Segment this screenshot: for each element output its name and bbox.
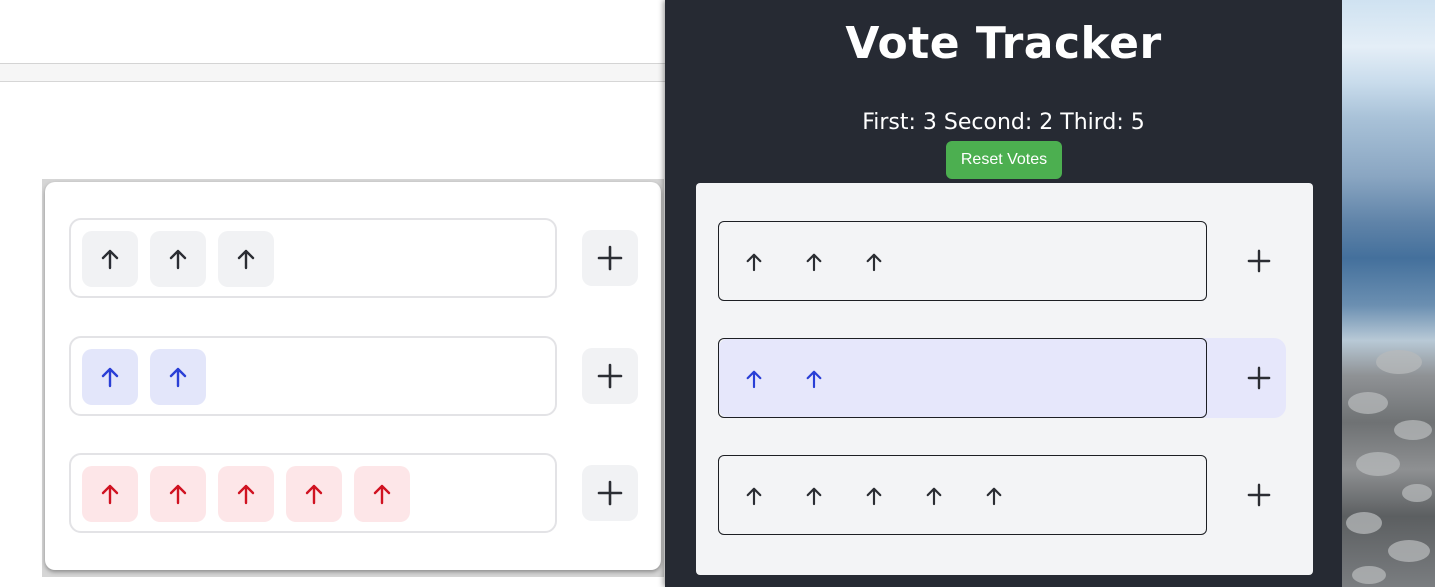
vote-row-box[interactable] — [718, 455, 1207, 535]
arrow-up-icon[interactable] — [742, 484, 766, 508]
plus-icon — [1247, 249, 1271, 273]
vote-arrow-list — [742, 250, 886, 274]
vote-tracker-panel: Vote Tracker First: 3 Second: 2 Third: 5… — [665, 0, 1342, 587]
arrow-up-icon[interactable] — [862, 250, 886, 274]
arrow-up-icon[interactable] — [922, 484, 946, 508]
vote-rows-container — [696, 183, 1313, 575]
vote-chip-list — [82, 466, 410, 522]
vote-arrow-list — [742, 367, 826, 391]
arrow-up-icon[interactable] — [354, 466, 410, 522]
arrow-up-icon[interactable] — [218, 466, 274, 522]
panel-title: Vote Tracker — [845, 18, 1162, 69]
arrow-up-icon[interactable] — [150, 466, 206, 522]
arrow-up-icon[interactable] — [742, 367, 766, 391]
arrow-up-icon[interactable] — [862, 484, 886, 508]
plus-icon — [597, 480, 623, 506]
add-vote-button[interactable] — [1243, 479, 1275, 511]
vote-arrow-list — [742, 484, 1006, 508]
plus-icon — [597, 363, 623, 389]
vote-chip-list — [82, 349, 206, 405]
arrow-up-icon[interactable] — [742, 250, 766, 274]
arrow-up-icon[interactable] — [150, 349, 206, 405]
arrow-up-icon[interactable] — [802, 250, 826, 274]
add-vote-button-first[interactable] — [582, 230, 638, 286]
browser-tab-strip — [0, 64, 667, 82]
arrow-up-icon[interactable] — [286, 466, 342, 522]
left-vote-row-third — [69, 453, 557, 533]
left-vote-row-second — [69, 336, 557, 416]
vote-row-box[interactable] — [718, 338, 1207, 418]
arrow-up-icon[interactable] — [82, 466, 138, 522]
add-vote-button[interactable] — [1243, 362, 1275, 394]
plus-icon — [1247, 483, 1271, 507]
vote-chip-list — [82, 231, 274, 287]
add-vote-button[interactable] — [1243, 245, 1275, 277]
reset-votes-button[interactable]: Reset Votes — [946, 141, 1062, 179]
add-vote-button-second[interactable] — [582, 348, 638, 404]
panel-vote-row-second — [718, 338, 1286, 418]
add-vote-button-third[interactable] — [582, 465, 638, 521]
arrow-up-icon[interactable] — [802, 484, 826, 508]
plus-icon — [597, 245, 623, 271]
vote-row-box[interactable] — [718, 221, 1207, 301]
plus-icon — [1247, 366, 1271, 390]
panel-vote-row-first — [718, 221, 1286, 301]
arrow-up-icon[interactable] — [82, 349, 138, 405]
arrow-up-icon[interactable] — [82, 231, 138, 287]
browser-toolbar — [0, 0, 667, 64]
arrow-up-icon[interactable] — [802, 367, 826, 391]
vote-counts-summary: First: 3 Second: 2 Third: 5 — [862, 110, 1145, 135]
arrow-up-icon[interactable] — [982, 484, 1006, 508]
arrow-up-icon[interactable] — [218, 231, 274, 287]
panel-vote-row-third — [718, 455, 1286, 535]
left-vote-row-first — [69, 218, 557, 298]
desktop-wallpaper — [1342, 0, 1435, 587]
arrow-up-icon[interactable] — [150, 231, 206, 287]
